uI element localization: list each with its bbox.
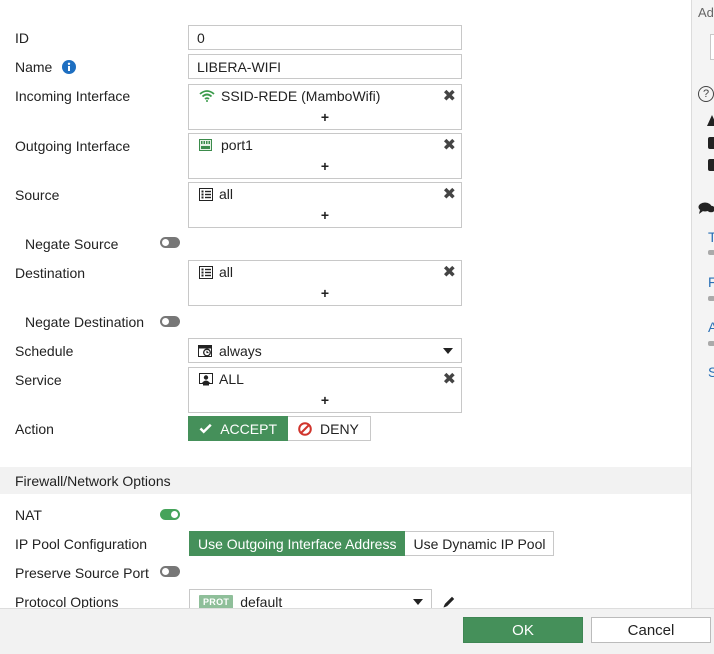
warning-icon xyxy=(707,115,714,126)
address-icon xyxy=(199,265,213,279)
help-icon[interactable]: ? xyxy=(698,86,714,102)
outgoing-interface-entry: port1 xyxy=(199,137,253,153)
source-entry: all xyxy=(199,186,233,202)
preserve-source-port-toggle[interactable] xyxy=(160,566,180,577)
port-icon xyxy=(199,139,212,151)
outgoing-interface-value: port1 xyxy=(221,137,253,153)
remove-outgoing-icon[interactable]: ✖ xyxy=(443,135,456,155)
comment-count-icon xyxy=(708,250,714,255)
add-incoming-button[interactable]: + xyxy=(189,109,461,125)
nat-toggle[interactable] xyxy=(160,509,180,520)
name-label-row: Name xyxy=(15,59,77,75)
check-icon xyxy=(199,423,212,434)
schedule-value: always xyxy=(219,342,262,359)
service-entry: ALL xyxy=(199,371,244,387)
incoming-interface-label: Incoming Interface xyxy=(15,88,131,104)
right-side-panel: Ad ? T F A S xyxy=(691,0,714,608)
accept-button[interactable]: ACCEPT xyxy=(188,416,288,441)
side-link-4[interactable]: S xyxy=(708,364,714,380)
deny-label: DENY xyxy=(320,420,359,437)
service-field: ALL ✖ + xyxy=(188,367,462,413)
prot-badge: PROT xyxy=(199,594,234,608)
side-panel-input[interactable] xyxy=(710,34,714,60)
comments-icon xyxy=(698,202,714,214)
negate-source-label: Negate Source xyxy=(25,236,119,252)
action-button-group: ACCEPT DENY xyxy=(188,416,371,441)
schedule-select[interactable]: always xyxy=(188,338,462,363)
deny-icon xyxy=(298,421,312,436)
id-field[interactable]: 0 xyxy=(188,25,462,50)
address-icon xyxy=(199,187,213,201)
side-link-2[interactable]: F xyxy=(708,274,714,290)
chevron-down-icon xyxy=(443,348,453,354)
service-value: ALL xyxy=(219,371,244,387)
ok-button[interactable]: OK xyxy=(463,617,583,643)
info-icon[interactable] xyxy=(62,60,77,74)
chevron-down-icon xyxy=(413,599,423,605)
policy-form-panel: ID 0 Name LIBERA-WIFI Incoming Interface… xyxy=(0,0,691,608)
source-field: all ✖ + xyxy=(188,182,462,228)
outgoing-interface-field: port1 ✖ + xyxy=(188,133,462,179)
preserve-source-port-label: Preserve Source Port xyxy=(15,565,149,581)
firewall-network-options-header: Firewall/Network Options xyxy=(0,467,691,494)
side-link-3[interactable]: A xyxy=(708,319,714,335)
doc-icon xyxy=(708,159,714,171)
schedule-icon xyxy=(198,345,212,357)
schedule-label: Schedule xyxy=(15,343,74,359)
name-field[interactable]: LIBERA-WIFI xyxy=(188,54,462,79)
remove-incoming-icon[interactable]: ✖ xyxy=(443,86,456,106)
pencil-icon[interactable] xyxy=(442,595,456,608)
protocol-options-value: default xyxy=(240,593,283,609)
comment-count-icon xyxy=(708,296,714,301)
side-panel-title: Ad xyxy=(698,5,714,20)
ip-pool-label: IP Pool Configuration xyxy=(15,536,148,552)
source-value: all xyxy=(219,186,234,202)
protocol-options-label: Protocol Options xyxy=(15,594,119,608)
destination-value: all xyxy=(219,264,234,280)
ip-pool-button-group: Use Outgoing Interface Address Use Dynam… xyxy=(189,531,555,556)
negate-source-toggle[interactable] xyxy=(160,237,180,248)
add-outgoing-button[interactable]: + xyxy=(189,158,461,174)
accept-label: ACCEPT xyxy=(220,420,277,437)
doc-icon xyxy=(708,137,714,149)
negate-destination-label: Negate Destination xyxy=(25,314,145,330)
service-icon xyxy=(199,372,213,385)
comment-count-icon xyxy=(708,341,714,346)
outgoing-interface-label: Outgoing Interface xyxy=(15,138,131,154)
source-label: Source xyxy=(15,187,60,203)
add-destination-button[interactable]: + xyxy=(189,285,461,301)
destination-label: Destination xyxy=(15,265,86,281)
add-source-button[interactable]: + xyxy=(189,207,461,223)
deny-button[interactable]: DENY xyxy=(288,416,371,441)
nat-label: NAT xyxy=(15,507,42,523)
action-label: Action xyxy=(15,421,54,437)
destination-field: all ✖ + xyxy=(188,260,462,306)
side-link-1[interactable]: T xyxy=(708,229,714,245)
protocol-options-select[interactable]: PROT default xyxy=(189,589,432,608)
cancel-button[interactable]: Cancel xyxy=(591,617,711,643)
use-dynamic-ip-pool-button[interactable]: Use Dynamic IP Pool xyxy=(405,531,555,556)
incoming-interface-value: SSID-REDE (MamboWifi) xyxy=(221,88,381,104)
service-label: Service xyxy=(15,372,62,388)
incoming-interface-field: SSID-REDE (MamboWifi) ✖ + xyxy=(188,84,462,130)
wifi-icon xyxy=(199,90,215,102)
incoming-interface-entry: SSID-REDE (MamboWifi) xyxy=(199,88,380,104)
name-label: Name xyxy=(15,59,53,75)
id-label: ID xyxy=(15,30,29,46)
remove-source-icon[interactable]: ✖ xyxy=(443,184,456,204)
add-service-button[interactable]: + xyxy=(189,392,461,408)
remove-service-icon[interactable]: ✖ xyxy=(443,369,456,389)
negate-destination-toggle[interactable] xyxy=(160,316,180,327)
use-outgoing-interface-button[interactable]: Use Outgoing Interface Address xyxy=(189,531,406,556)
destination-entry: all xyxy=(199,264,233,280)
remove-destination-icon[interactable]: ✖ xyxy=(443,262,456,282)
